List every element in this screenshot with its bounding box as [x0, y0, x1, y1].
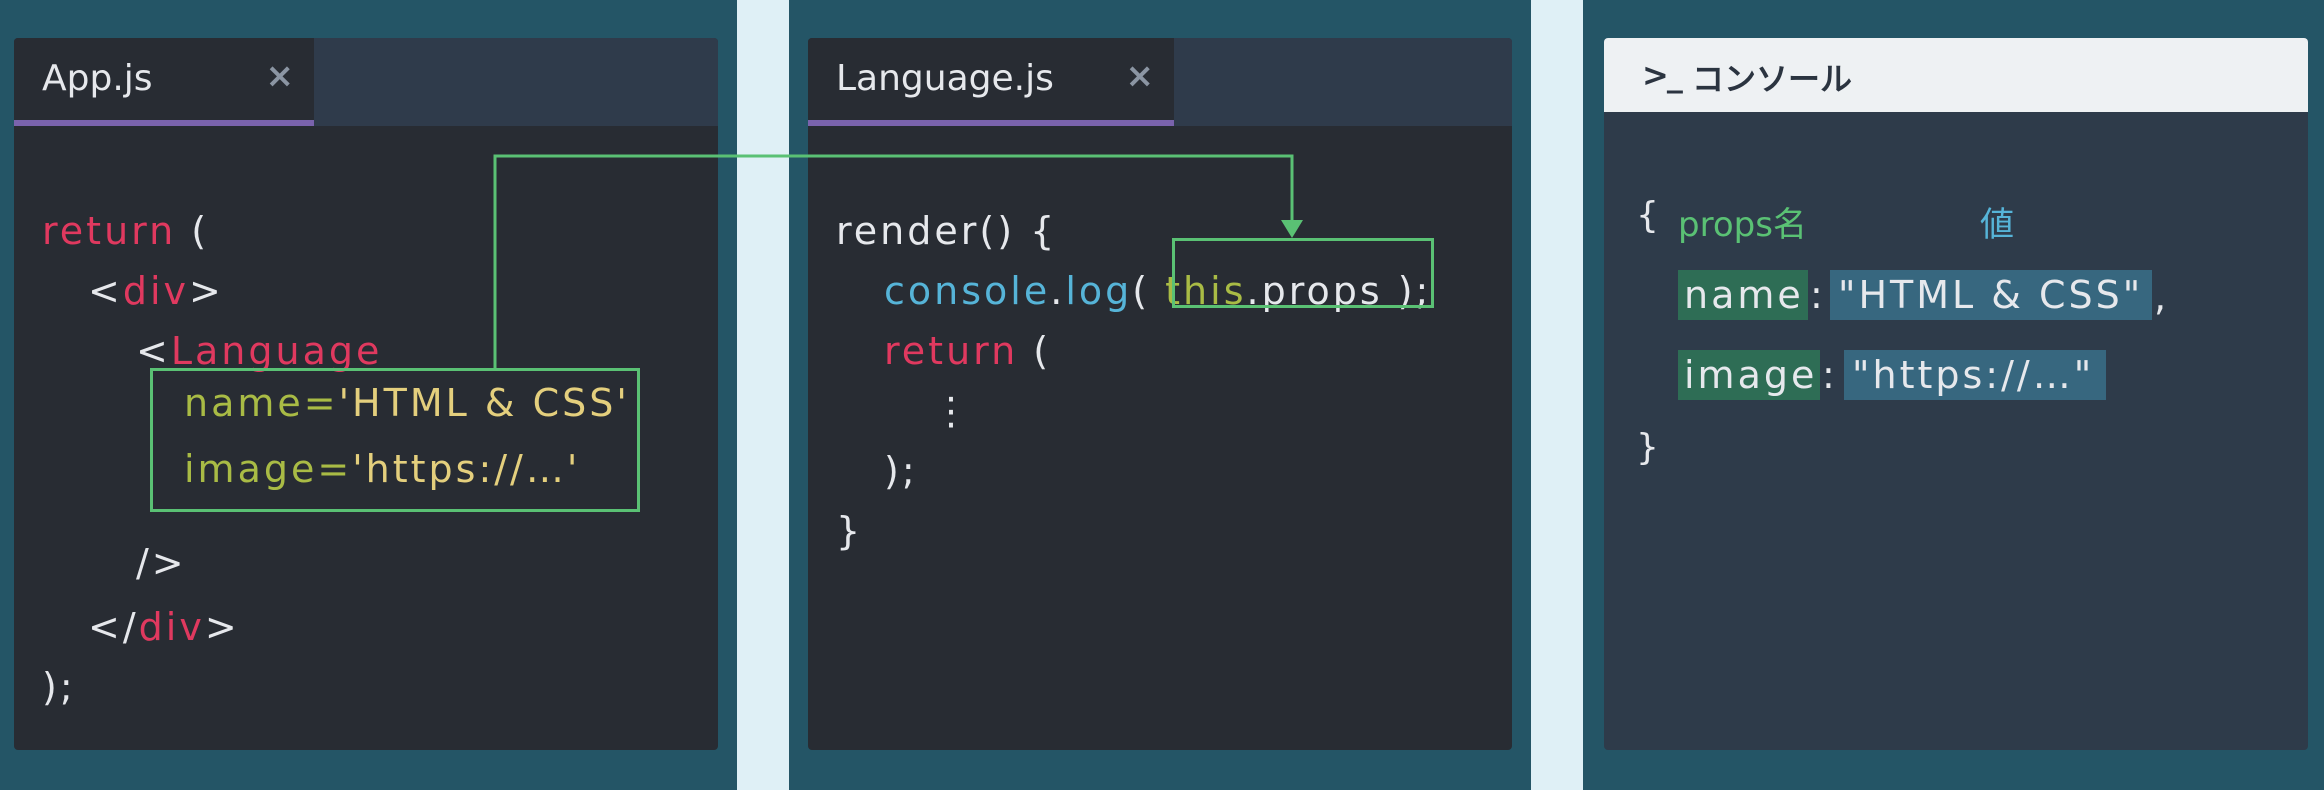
console-panel: >_ コンソール { props名 値 name : "HTML & CSS" … [1604, 38, 2308, 750]
console-open-brace: { [1636, 195, 1662, 236]
terminal-icon: >_ [1642, 56, 1683, 94]
console-header: >_ コンソール [1604, 38, 2308, 112]
console-sep: : [1822, 353, 1838, 397]
console-key-name: name [1684, 273, 1804, 317]
console-close-brace: } [1636, 427, 1662, 468]
console-value-name: "HTML & CSS" [1838, 273, 2144, 317]
label-value: 値 [1980, 205, 2014, 245]
label-props-name: props名 [1678, 205, 1807, 245]
console-sep: : [1810, 273, 1826, 317]
console-title: コンソール [1692, 60, 1853, 98]
console-value-image: "https://…" [1852, 353, 2095, 397]
console-comma: , [2154, 275, 2170, 319]
props-connector-line [493, 154, 1294, 368]
arrow-head-icon [1281, 220, 1303, 238]
console-key-image: image [1684, 353, 1818, 397]
